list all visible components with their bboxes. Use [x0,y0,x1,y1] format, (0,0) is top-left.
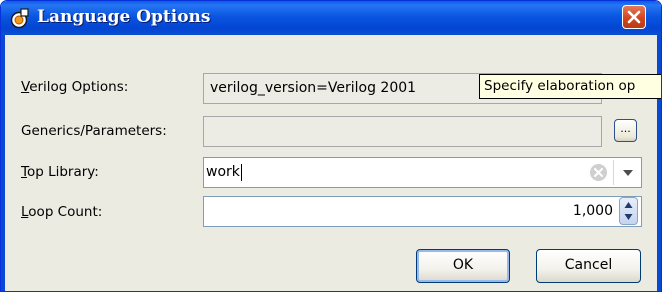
language-options-dialog: Language Options Verilog Options: verilo… [0,0,662,292]
cancel-button[interactable]: Cancel [536,249,641,283]
generics-parameters-field[interactable] [203,116,602,147]
top-library-combo[interactable]: work [203,157,642,188]
generics-parameters-label: Generics/Parameters: [21,123,167,139]
text-cursor [240,163,242,181]
top-library-value: work [206,164,240,180]
generics-parameters-browse-button[interactable]: ... [614,119,637,142]
tooltip: Specify elaboration op [479,74,661,99]
spinner-up-icon[interactable] [624,201,633,209]
title-bar[interactable]: Language Options [1,1,661,35]
loop-count-field[interactable]: 1,000 [203,196,642,227]
close-icon [627,10,641,24]
clear-button[interactable] [590,164,607,181]
loop-count-spinner[interactable] [619,197,638,225]
ok-button[interactable]: OK [416,249,510,283]
clear-icon [594,168,603,177]
dropdown-arrow-icon[interactable] [617,157,639,188]
app-icon [10,8,29,29]
spinner-down-icon[interactable] [624,213,633,221]
top-library-label: Top Library: [21,164,99,180]
dialog-title: Language Options [37,7,211,27]
verilog-options-label: Verilog Options: [21,79,129,95]
loop-count-label: Loop Count: [21,204,103,220]
combo-separator [613,160,614,185]
close-button[interactable] [622,5,646,29]
